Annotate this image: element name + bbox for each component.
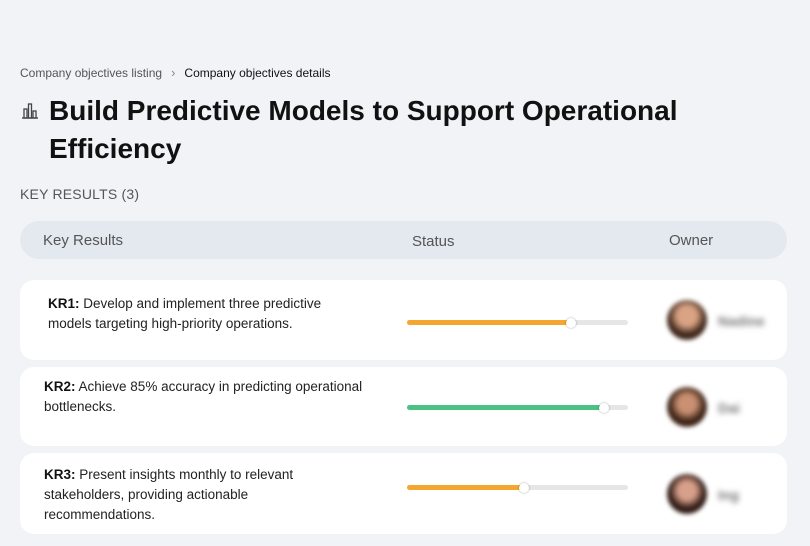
breadcrumb-chevron-icon: ›: [171, 65, 176, 80]
owner-name: Nadine: [718, 313, 765, 329]
progress-fill: [407, 485, 525, 490]
building-chart-icon: [22, 103, 38, 119]
progress-bar: [407, 317, 628, 328]
progress-bar: [407, 402, 628, 413]
key-result-row[interactable]: KR3: Present insights monthly to relevan…: [20, 453, 787, 534]
owner-name: Ing: [718, 487, 739, 503]
breadcrumb-link-objectives-listing[interactable]: Company objectives listing: [20, 66, 162, 80]
owner-name: Dai: [718, 400, 740, 416]
page-title: Build Predictive Models to Support Opera…: [49, 95, 678, 164]
key-result-id: KR1:: [48, 296, 80, 311]
column-header-status: Status: [412, 233, 455, 250]
breadcrumb-current: Company objectives details: [184, 65, 331, 80]
avatar: [667, 387, 707, 427]
key-result-text: KR2: Achieve 85% accuracy in predicting …: [44, 377, 370, 417]
key-results-count-label: KEY RESULTS (3): [20, 186, 140, 202]
table-header: Key Results Status Owner: [20, 221, 787, 259]
key-result-description: Develop and implement three predictive m…: [48, 296, 322, 331]
progress-fill: [407, 405, 604, 410]
avatar: [667, 474, 707, 514]
progress-thumb[interactable]: [565, 317, 576, 328]
avatar: [667, 300, 707, 340]
progress-thumb[interactable]: [519, 482, 530, 493]
key-result-row[interactable]: KR1: Develop and implement three predict…: [20, 280, 787, 360]
column-header-owner: Owner: [669, 232, 714, 249]
progress-fill: [407, 320, 571, 325]
key-result-row[interactable]: KR2: Achieve 85% accuracy in predicting …: [20, 367, 787, 446]
key-result-id: KR2:: [44, 379, 76, 394]
key-result-description: Achieve 85% accuracy in predicting opera…: [44, 379, 363, 414]
progress-bar: [407, 482, 628, 493]
key-result-text: KR3: Present insights monthly to relevan…: [44, 465, 334, 525]
breadcrumb: Company objectives listing › Company obj…: [20, 65, 331, 80]
column-header-key-results: Key Results: [43, 232, 124, 249]
key-result-text: KR1: Develop and implement three predict…: [48, 294, 348, 334]
key-result-id: KR3:: [44, 467, 76, 482]
key-result-description: Present insights monthly to relevant sta…: [44, 467, 294, 522]
progress-thumb[interactable]: [598, 402, 609, 413]
